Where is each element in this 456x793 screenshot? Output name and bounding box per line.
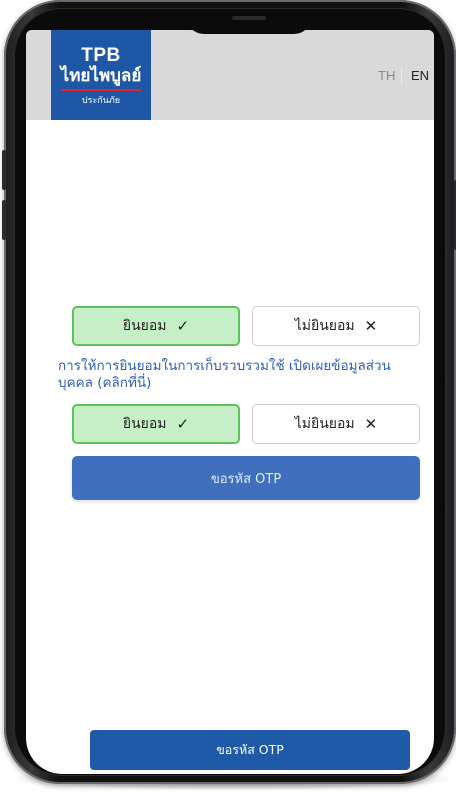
second-agree-label: ยินยอม [122,416,167,432]
checkmark-icon: ✓ [176,415,190,433]
checkmark-icon: ✓ [176,317,190,335]
logo-line2: ไทยไพบูลย์ [60,66,142,85]
logo-line1: TPB [81,45,121,66]
phone-notch [186,10,312,34]
speaker-grill [232,16,266,20]
request-otp-button[interactable]: ขอรหัส OTP [72,456,420,500]
close-icon: ✕ [364,415,378,433]
phone-frame: TPB ไทยไพบูลย์ ประกันภัย TH EN ยินยอม ✓ … [2,0,456,784]
language-th-option[interactable]: TH [378,68,395,84]
first-agree-label: ยินยอม [122,318,167,334]
first-disagree-button[interactable]: ไม่ยินยอม ✕ [252,306,420,346]
second-disagree-button[interactable]: ไม่ยินยอม ✕ [252,404,420,444]
logo-line3: ประกันภัย [81,95,121,105]
screenshot-stage: TPB ไทยไพบูลย์ ประกันภัย TH EN ยินยอม ✓ … [0,0,456,793]
close-icon: ✕ [364,317,378,335]
phone-volume-up-button [2,150,6,190]
first-disagree-label: ไม่ยินยอม [294,318,355,334]
second-agree-button[interactable]: ยินยอม ✓ [72,404,240,444]
tpb-logo: TPB ไทยไพบูลย์ ประกันภัย [51,30,151,120]
request-otp-label: ขอรหัส OTP [210,471,282,487]
bottom-request-otp-button[interactable]: ขอรหัส OTP [90,730,410,770]
bottom-request-otp-label: ขอรหัส OTP [216,742,284,757]
first-agree-button[interactable]: ยินยอม ✓ [72,306,240,346]
app-header: TPB ไทยไพบูลย์ ประกันภัย TH EN [26,30,434,120]
logo-divider [61,89,141,91]
language-en-option[interactable]: EN [411,68,429,84]
second-disagree-label: ไม่ยินยอม [294,416,355,432]
language-divider [401,67,402,85]
phone-volume-down-button [2,200,6,240]
personal-data-consent-link[interactable]: การให้การยินยอมในการเก็บรวบรวมใช้ เปิดเผ… [58,358,416,392]
phone-screen: TPB ไทยไพบูลย์ ประกันภัย TH EN ยินยอม ✓ … [26,30,434,774]
